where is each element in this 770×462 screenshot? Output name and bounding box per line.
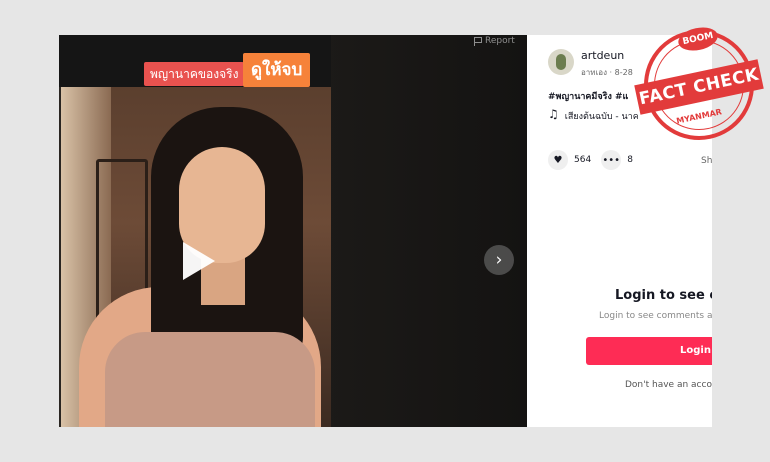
login-title: Login to see c (615, 288, 712, 303)
author-name[interactable]: artdeun (581, 49, 624, 62)
like-count: 564 (574, 155, 592, 165)
report-label: Report (485, 36, 515, 46)
chevron-right-icon: › (495, 250, 503, 270)
action-bar: ♥ 564 ••• 8 (548, 150, 643, 170)
signup-prompt[interactable]: Don't have an acco (625, 380, 712, 390)
login-subtitle: Login to see comments a (599, 311, 712, 321)
heart-icon[interactable]: ♥ (548, 150, 568, 170)
video-caption-orange: ดูให้จบ (243, 53, 311, 87)
comment-icon[interactable]: ••• (601, 150, 622, 170)
tiktok-video-page: พญานาคของจริง ดูให้จบ Report › artdeun อ… (59, 35, 712, 427)
thumbnail-top (105, 332, 315, 427)
music-title: เสียงต้นฉบับ - นาค (564, 112, 639, 122)
login-button[interactable]: Login (586, 337, 712, 365)
avatar[interactable] (548, 49, 574, 75)
video-caption-red: พญานาคของจริง (144, 62, 245, 86)
music-note-icon: ♫ (548, 107, 559, 121)
fact-check-stamp: BOOM FACT CHECK MYANMAR (633, 19, 765, 151)
music-row[interactable]: ♫ เสียงต้นฉบับ - นาค (548, 107, 639, 123)
video-player[interactable]: พญานาคของจริง ดูให้จบ Report › (59, 35, 527, 427)
comment-count: 8 (627, 155, 633, 165)
report-button[interactable]: Report (473, 36, 515, 46)
flag-icon (473, 36, 482, 46)
next-video-button[interactable]: › (484, 245, 514, 275)
play-icon[interactable] (183, 242, 215, 280)
author-meta: อาทเอง · 8-28 (581, 68, 633, 77)
video-thumbnail (61, 87, 331, 427)
post-hashtags[interactable]: #พญานาคมีจริง #แ (548, 89, 628, 103)
share-button[interactable]: Sh (701, 156, 712, 166)
